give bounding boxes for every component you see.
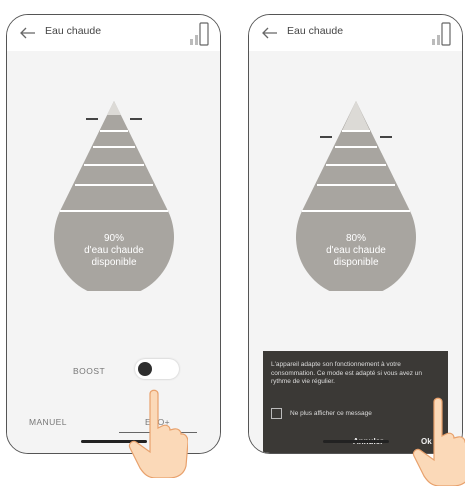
boost-label: BOOST: [73, 366, 106, 376]
drop-line1: d'eau chaude: [326, 245, 386, 256]
app-bar: Eau chaude: [7, 15, 220, 52]
drop-line2: disponible: [333, 257, 379, 268]
page-title: Eau chaude: [45, 25, 102, 37]
phone-screen-boost: Eau chaude 90% d'eau chaude disponible B…: [6, 14, 221, 454]
back-arrow-icon[interactable]: [259, 23, 281, 43]
tab-manuel[interactable]: MANUEL: [29, 417, 67, 427]
water-drop-gauge: 80% d'eau chaude disponible: [290, 101, 422, 298]
hand-pointer-icon: [412, 397, 465, 486]
dialog-message: L'appareil adapte son fonctionnement à v…: [271, 361, 423, 385]
app-bar: Eau chaude: [249, 15, 462, 52]
dont-show-label: Ne plus afficher ce message: [290, 410, 372, 417]
screen-content: 80% d'eau chaude disponible L'appareil a…: [249, 51, 462, 453]
battery-icon: [190, 22, 209, 46]
dont-show-again-row[interactable]: Ne plus afficher ce message: [271, 408, 372, 419]
drop-percent: 80%: [345, 233, 366, 244]
hand-pointer-icon: [128, 389, 188, 478]
boost-toggle[interactable]: [135, 359, 179, 379]
drop-line1: d'eau chaude: [84, 245, 144, 256]
page-title: Eau chaude: [287, 25, 344, 37]
toggle-knob: [138, 362, 152, 376]
drop-line2: disponible: [91, 257, 137, 268]
phone-screen-eco-dialog: Eau chaude 80% d'eau chaude disponible L…: [248, 14, 463, 454]
screen-content: 90% d'eau chaude disponible BOOST MANUEL…: [7, 51, 220, 453]
home-indicator: [323, 440, 389, 443]
drop-percent: 90%: [103, 233, 124, 244]
battery-icon: [432, 22, 451, 46]
dont-show-checkbox[interactable]: [271, 408, 282, 419]
back-arrow-icon[interactable]: [17, 23, 39, 43]
water-drop-gauge: 90% d'eau chaude disponible: [48, 101, 180, 298]
